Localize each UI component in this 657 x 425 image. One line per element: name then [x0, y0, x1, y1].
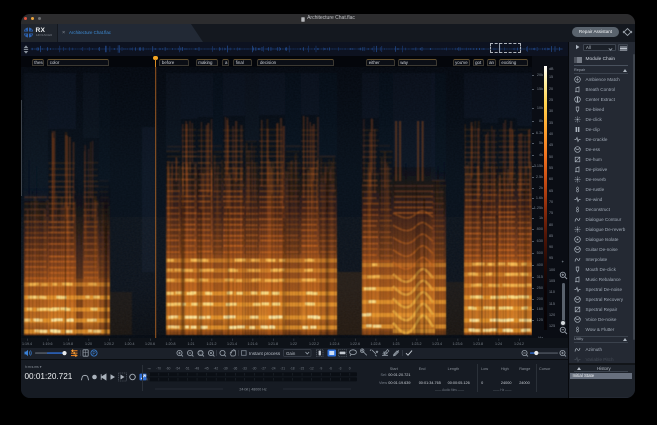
- svg-text:-3: -3: [339, 367, 342, 371]
- svg-text:-39: -39: [223, 367, 228, 371]
- svg-text:-42: -42: [214, 367, 219, 371]
- svg-text:-36: -36: [233, 367, 238, 371]
- svg-text:Instant process: Instant process: [249, 351, 281, 356]
- svg-text:-45: -45: [204, 367, 209, 371]
- svg-text:-21: -21: [280, 367, 285, 371]
- svg-text:-9: -9: [319, 367, 322, 371]
- svg-text:-∞: -∞: [147, 367, 151, 371]
- svg-text:-12: -12: [309, 367, 314, 371]
- svg-text:1:19.4: 1:19.4: [22, 342, 32, 346]
- svg-text:1:23.4: 1:23.4: [432, 342, 442, 346]
- svg-text:1:21.4: 1:21.4: [227, 342, 237, 346]
- svg-text:1:20: 1:20: [85, 342, 92, 346]
- svg-text:-70: -70: [156, 367, 161, 371]
- svg-text:-27: -27: [261, 367, 266, 371]
- svg-text:R: R: [146, 378, 148, 382]
- svg-text:1:21: 1:21: [188, 342, 195, 346]
- svg-text:1:23.8: 1:23.8: [473, 342, 483, 346]
- svg-text:-18: -18: [290, 367, 295, 371]
- svg-text:1:24: 1:24: [495, 342, 502, 346]
- svg-text:1:22.4: 1:22.4: [330, 342, 340, 346]
- svg-text:1:19.6: 1:19.6: [43, 342, 53, 346]
- svg-text:1:23: 1:23: [393, 342, 400, 346]
- svg-text:-15: -15: [299, 367, 304, 371]
- svg-text:L: L: [146, 373, 148, 377]
- svg-text:1:22.8: 1:22.8: [371, 342, 381, 346]
- svg-text:1:21.2: 1:21.2: [207, 342, 217, 346]
- svg-text:1:20.6: 1:20.6: [145, 342, 155, 346]
- svg-text:1:21.6: 1:21.6: [248, 342, 258, 346]
- svg-text:24-bit | 48000 Hz: 24-bit | 48000 Hz: [239, 388, 267, 392]
- svg-text:1:23.2: 1:23.2: [412, 342, 422, 346]
- svg-text:1:19.8: 1:19.8: [63, 342, 73, 346]
- svg-text:1:20.2: 1:20.2: [104, 342, 114, 346]
- svg-text:-30: -30: [252, 367, 257, 371]
- svg-text:-24: -24: [271, 367, 276, 371]
- svg-text:1:22: 1:22: [290, 342, 297, 346]
- svg-text:0: 0: [349, 367, 351, 371]
- svg-text:1:20.4: 1:20.4: [125, 342, 135, 346]
- svg-text:-60: -60: [166, 367, 171, 371]
- svg-text:-6: -6: [329, 367, 332, 371]
- svg-text:Gain: Gain: [286, 351, 296, 356]
- svg-text:-48: -48: [194, 367, 199, 371]
- svg-text:1:22.2: 1:22.2: [309, 342, 319, 346]
- svg-text:1:22.6: 1:22.6: [350, 342, 360, 346]
- svg-text:1:24.2: 1:24.2: [514, 342, 524, 346]
- svg-text:1:20.8: 1:20.8: [166, 342, 176, 346]
- svg-text:1:23.6: 1:23.6: [453, 342, 463, 346]
- svg-text:-33: -33: [242, 367, 247, 371]
- svg-text:-54: -54: [175, 367, 180, 371]
- svg-text:1:21.8: 1:21.8: [268, 342, 278, 346]
- svg-text:-51: -51: [185, 367, 190, 371]
